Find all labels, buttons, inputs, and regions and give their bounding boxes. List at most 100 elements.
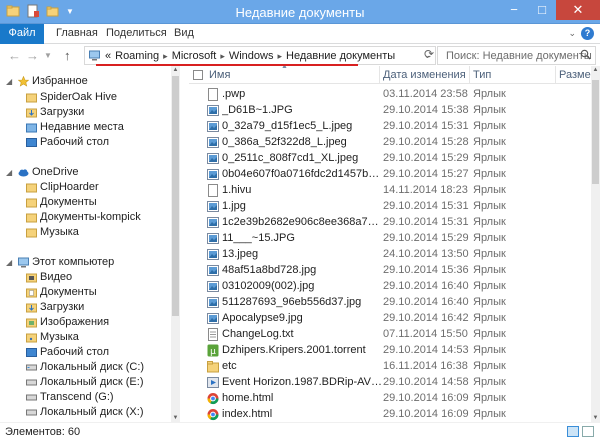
large-icons-view-icon[interactable] <box>582 426 594 437</box>
column-name[interactable]: Имя <box>209 69 230 81</box>
file-row[interactable]: 1.jpg 29.10.2014 15:31 Ярлык <box>189 199 591 214</box>
svg-text:µ: µ <box>210 347 216 357</box>
nav-scrollbar[interactable]: ▲ ▼ <box>171 66 180 422</box>
search-icon[interactable] <box>580 49 591 60</box>
file-row[interactable]: 1.hivu 14.11.2014 18:23 Ярлык <box>189 183 591 198</box>
file-row[interactable]: Apocalypse9.jpg 29.10.2014 16:42 Ярлык <box>189 311 591 326</box>
scroll-down-icon[interactable]: ▼ <box>591 415 600 421</box>
file-name: 0_32a79_d15f1ec5_L.jpeg <box>222 120 353 132</box>
column-date[interactable]: Дата изменения <box>383 69 466 81</box>
file-date: 03.11.2014 23:58 <box>383 88 468 100</box>
nav-onedrive[interactable]: ◢ OneDrive <box>0 165 170 180</box>
file-list-scrollbar[interactable]: ▲ ▼ <box>591 66 600 422</box>
file-row[interactable]: Event Horizon.1987.BDRip-AVC.PT.mk...29.… <box>189 375 591 390</box>
drive-icon <box>26 364 37 371</box>
scroll-down-icon[interactable]: ▼ <box>171 415 180 421</box>
nav-item-cliphoarder[interactable]: ClipHoarder <box>0 180 170 195</box>
up-arrow-icon[interactable]: ↑ <box>64 48 71 63</box>
breadcrumb-recent-documents[interactable]: Недавние документы <box>286 50 395 62</box>
navigation-pane: ◢ Избранное SpiderOak Hive Загрузки Неда… <box>0 66 180 422</box>
nav-item-pc-downloads[interactable]: Загрузки <box>0 300 170 315</box>
tab-file[interactable]: Файл <box>0 24 44 44</box>
scroll-thumb[interactable] <box>592 80 599 184</box>
column-size[interactable]: Разме <box>559 69 591 81</box>
file-row[interactable]: 511287693_96eb556d37.jpg 29.10.2014 16:40… <box>189 295 591 310</box>
nav-item-desktop[interactable]: Рабочий стол <box>0 135 170 150</box>
file-type: Ярлык <box>473 312 506 324</box>
file-row[interactable]: 0_32a79_d15f1ec5_L.jpeg 29.10.2014 15:31 Я… <box>189 119 591 134</box>
file-row[interactable]: etc 16.11.2014 16:38 Ярлык <box>189 359 591 374</box>
back-arrow-icon[interactable]: ← <box>8 48 21 63</box>
scroll-thumb[interactable] <box>172 76 179 316</box>
column-type[interactable]: Тип <box>473 69 491 81</box>
nav-item-music[interactable]: Музыка <box>0 225 170 240</box>
minimize-button[interactable]: − <box>500 0 528 20</box>
nav-item-documents-kompick[interactable]: Документы-kompick <box>0 210 170 225</box>
scroll-up-icon[interactable]: ▲ <box>591 67 600 73</box>
file-name: Event Horizon.1987.BDRip-AVC.PT.mk... <box>222 376 382 388</box>
forward-arrow-icon[interactable]: → <box>26 48 39 63</box>
close-button[interactable]: ✕ <box>556 0 600 20</box>
file-row[interactable]: _D61B~1.JPG 29.10.2014 15:38 Ярлык <box>189 103 591 118</box>
nav-favorites[interactable]: ◢ Избранное <box>0 74 170 89</box>
refresh-icon[interactable]: ⟳ <box>424 47 434 61</box>
file-name: ChangeLog.txt <box>222 328 294 340</box>
chevron-right-icon[interactable]: ▸ <box>163 51 168 62</box>
nav-item-drive-g[interactable]: Transcend (G:) <box>0 390 170 405</box>
collapse-arrow-icon[interactable]: ◢ <box>6 165 12 180</box>
file-row[interactable]: index.html 29.10.2014 16:09 Ярлык <box>189 407 591 422</box>
file-row[interactable]: 03102009(002).jpg 29.10.2014 16:40 Ярлык <box>189 279 591 294</box>
breadcrumb-microsoft[interactable]: Microsoft <box>172 50 217 62</box>
breadcrumb-overflow[interactable]: « <box>105 50 111 62</box>
file-list: ▲ Имя Дата изменения Тип Разме .pwp 03.11… <box>189 66 591 422</box>
help-icon[interactable]: ? <box>581 27 594 40</box>
nav-item-pc-desktop[interactable]: Рабочий стол <box>0 345 170 360</box>
file-row[interactable]: 48af51a8bd728.jpg 29.10.2014 15:36 Ярлык <box>189 263 591 278</box>
scroll-up-icon[interactable]: ▲ <box>171 67 180 73</box>
chevron-right-icon[interactable]: ▸ <box>220 51 225 62</box>
collapse-arrow-icon[interactable]: ◢ <box>6 255 12 270</box>
nav-this-pc[interactable]: ◢ Этот компьютер <box>0 255 170 270</box>
file-row[interactable]: 0_386a_52f322d8_L.jpeg 29.10.2014 15:28 Яр… <box>189 135 591 150</box>
file-date: 29.10.2014 16:09 <box>383 408 469 420</box>
file-name: 03102009(002).jpg <box>222 280 315 292</box>
chevron-right-icon[interactable]: ▸ <box>277 51 282 62</box>
nav-item-videos[interactable]: Видео <box>0 270 170 285</box>
nav-item-drive-e[interactable]: Локальный диск (E:) <box>0 375 170 390</box>
file-row[interactable]: 11___~15.JPG 29.10.2014 15:29 Ярлык <box>189 231 591 246</box>
breadcrumb-windows[interactable]: Windows <box>229 50 274 62</box>
recent-places-icon <box>26 123 37 133</box>
file-row[interactable]: home.html 29.10.2014 16:09 Ярлык <box>189 391 591 406</box>
folder-icon <box>26 198 37 208</box>
address-row: ← → ▼ ↑ « Roaming ▸ Microsoft ▸ Windows … <box>0 44 600 66</box>
file-row[interactable]: 1c2e39b2682e906c8ee368a7d84a235f_f...29.… <box>189 215 591 230</box>
drive-icon <box>26 409 37 416</box>
expand-ribbon-icon[interactable]: ⌄ <box>568 28 576 39</box>
file-row[interactable]: .pwp 03.11.2014 23:58 Ярлык <box>189 87 591 102</box>
select-all-checkbox[interactable] <box>193 70 203 80</box>
nav-item-pc-documents[interactable]: Документы <box>0 285 170 300</box>
recent-locations-icon[interactable]: ▼ <box>44 51 52 60</box>
nav-item-documents[interactable]: Документы <box>0 195 170 210</box>
file-row[interactable]: 0_2511c_808f7cd1_XL.jpeg 29.10.2014 15:29… <box>189 151 591 166</box>
nav-item-spideroak[interactable]: SpiderOak Hive <box>0 90 170 105</box>
nav-item-recent-places[interactable]: Недавние места <box>0 120 170 135</box>
nav-item-pc-music[interactable]: Музыка <box>0 330 170 345</box>
address-bar[interactable]: « Roaming ▸ Microsoft ▸ Windows ▸ Недавн… <box>84 46 436 65</box>
collapse-arrow-icon[interactable]: ◢ <box>6 74 12 89</box>
file-row[interactable]: 13.jpeg 24.10.2014 13:50 Ярлык <box>189 247 591 262</box>
nav-item-drive-c[interactable]: Локальный диск (C:) <box>0 360 170 375</box>
file-date: 29.10.2014 15:38 <box>383 104 469 116</box>
nav-item-downloads[interactable]: Загрузки <box>0 105 170 120</box>
file-row[interactable]: ChangeLog.txt 07.11.2014 15:50 Ярлык <box>189 327 591 342</box>
search-input[interactable]: Поиск: Недавние документы <box>437 46 596 65</box>
file-row[interactable]: 0b04e607f0a0716fdc2d1457b2c28d63.j...29.… <box>189 167 591 182</box>
nav-item-pictures[interactable]: Изображения <box>0 315 170 330</box>
tab-view[interactable]: Вид <box>164 24 204 44</box>
maximize-button[interactable]: □ <box>528 0 556 20</box>
file-row[interactable]: µ Dzhipers.Kripers.2001.torrent 29.10.2014… <box>189 343 591 358</box>
breadcrumb-roaming[interactable]: Roaming <box>115 50 159 62</box>
nav-item-drive-x[interactable]: Локальный диск (X:) <box>0 405 170 420</box>
details-view-icon[interactable] <box>567 426 579 437</box>
file-date: 29.10.2014 15:28 <box>383 136 469 148</box>
